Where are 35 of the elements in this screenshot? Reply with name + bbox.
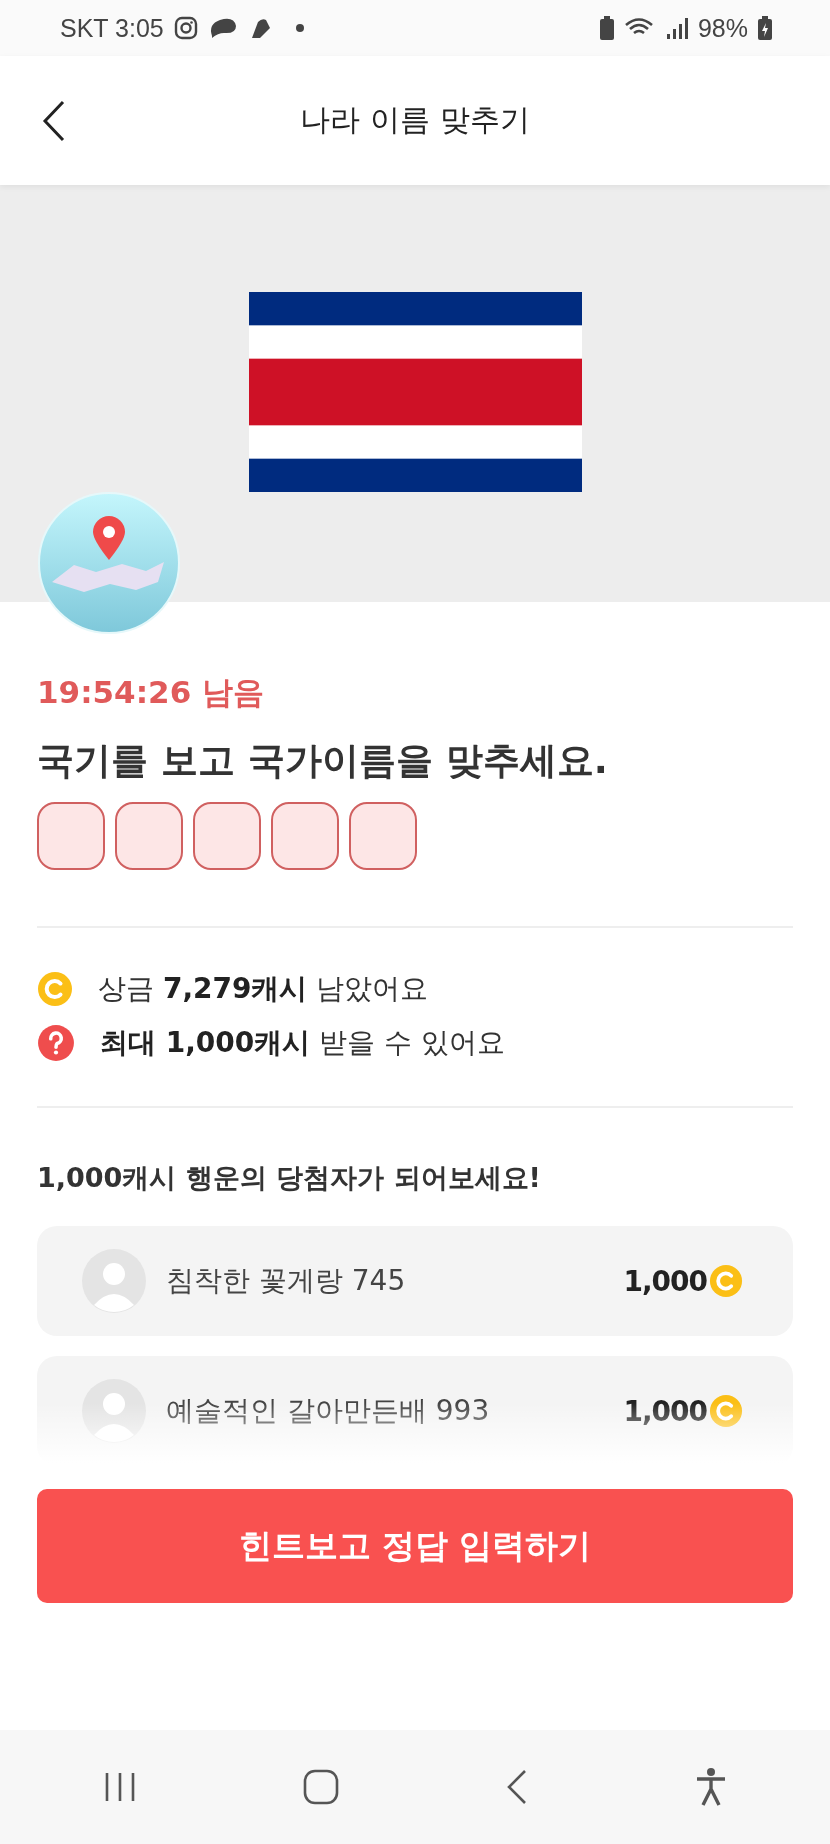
battery-percent: 98% (697, 13, 748, 43)
accessibility-icon[interactable] (695, 1767, 727, 1807)
carrier-time: SKT 3:05 (60, 13, 164, 43)
question-text: 국기를 보고 국가이름을 맞추세요. (37, 738, 609, 784)
answer-slot[interactable] (115, 802, 183, 870)
time-remaining: 19:54:26 남음 (37, 673, 265, 712)
coin-icon (37, 971, 73, 1007)
winner-amount: 1,000 (623, 1394, 707, 1428)
winner-amount: 1,000 (623, 1264, 707, 1298)
answer-slot[interactable] (37, 802, 105, 870)
hint-answer-button[interactable]: 힌트보고 정답 입력하기 (37, 1489, 793, 1603)
back-nav-icon[interactable] (505, 1769, 529, 1805)
info-text: 최대 1,000캐시 받을 수 있어요 (100, 1025, 506, 1061)
map-pin-avatar-icon (38, 492, 180, 634)
user-avatar-icon (82, 1379, 146, 1443)
battery-charging-icon (758, 16, 772, 40)
back-icon[interactable] (42, 99, 66, 142)
battery-saver-icon (599, 16, 614, 40)
signal-icon (665, 16, 688, 40)
answer-slot[interactable] (271, 802, 339, 870)
home-icon[interactable] (303, 1769, 339, 1805)
page-title: 나라 이름 맞추기 (300, 101, 530, 139)
answer-slot[interactable] (349, 802, 417, 870)
answer-slot[interactable] (193, 802, 261, 870)
recent-apps-icon[interactable] (103, 1771, 137, 1803)
winner-name: 예술적인 갈아만든배 993 (166, 1393, 491, 1429)
help-icon (37, 1024, 75, 1062)
notification-dot-icon (295, 24, 304, 32)
camera-app-icon (173, 16, 198, 40)
info-text: 상금 7,279캐시 남았어요 (98, 971, 429, 1007)
winner-name: 침착한 꽃게랑 745 (166, 1263, 407, 1299)
coin-icon (709, 1394, 743, 1428)
user-avatar-icon (82, 1249, 146, 1313)
coin-icon (709, 1264, 743, 1298)
winners-heading: 1,000캐시 행운의 당첨자가 되어보세요! (37, 1161, 542, 1195)
